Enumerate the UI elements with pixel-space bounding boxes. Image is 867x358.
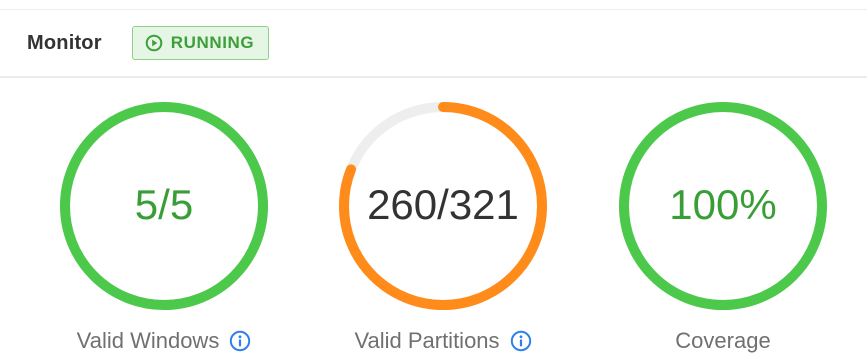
- monitor-header: Monitor RUNNING: [0, 10, 867, 78]
- status-text: RUNNING: [170, 33, 255, 52]
- metric-label-row: Valid Partitions: [323, 328, 563, 354]
- metric-valid-partitions: 260/321 Valid Partitions: [323, 98, 563, 356]
- metric-value: 100%: [669, 181, 777, 228]
- metric-label-row: Valid Windows: [44, 328, 284, 354]
- info-icon[interactable]: [510, 330, 532, 352]
- metric-label: Coverage: [675, 328, 771, 353]
- metric-label-row: Coverage: [603, 328, 843, 354]
- metric-valid-windows: 5/5 Valid Windows: [44, 98, 284, 356]
- monitor-panel: Monitor RUNNING 5/5 Valid Windows 260/32…: [0, 0, 867, 358]
- metric-label: Valid Partitions: [354, 328, 500, 353]
- metric-value: 260/321: [367, 181, 519, 228]
- play-circle-icon: [145, 34, 163, 52]
- metric-coverage: 100% Coverage: [603, 98, 843, 356]
- metric-value: 5/5: [134, 181, 194, 228]
- metric-label: Valid Windows: [76, 328, 220, 353]
- status-badge: RUNNING: [131, 26, 270, 60]
- panel-title: Monitor: [27, 31, 102, 54]
- info-icon[interactable]: [229, 330, 251, 352]
